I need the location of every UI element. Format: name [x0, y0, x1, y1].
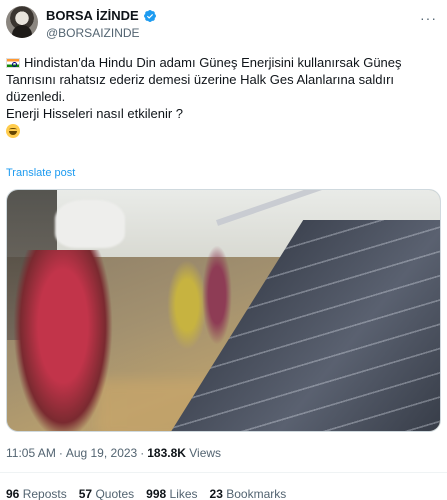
reposts-count: 96: [6, 487, 20, 500]
meta-separator: ·: [140, 446, 145, 460]
more-options-icon[interactable]: ···: [420, 10, 437, 26]
author-display-name[interactable]: BORSA İZİNDE: [46, 8, 139, 23]
tweet-header: BORSA İZİNDE @BORSAIZINDE ···: [6, 6, 441, 42]
meta-separator: ·: [58, 446, 63, 460]
likes-count: 998: [146, 487, 167, 500]
india-flag-icon: [6, 58, 20, 68]
media-person: [167, 260, 207, 350]
media-person: [202, 245, 232, 345]
bookmarks-count: 23: [209, 487, 223, 500]
tweet-date[interactable]: Aug 19, 2023: [66, 446, 137, 460]
quotes-label: Quotes: [95, 487, 135, 500]
tweet-meta: 11:05 AM · Aug 19, 2023 · 183.8K Views: [6, 446, 221, 460]
media-person: [13, 250, 113, 431]
views-count: 183.8K: [147, 446, 186, 460]
likes-label: Likes: [169, 487, 198, 500]
reposts-label: Reposts: [22, 487, 67, 500]
reposts-stat[interactable]: 96 Reposts: [6, 487, 67, 500]
translate-post-link[interactable]: Translate post: [6, 167, 75, 179]
bookmarks-label: Bookmarks: [226, 487, 287, 500]
verified-badge-icon: [143, 9, 156, 22]
bookmarks-stat[interactable]: 23 Bookmarks: [210, 487, 287, 500]
quotes-count: 57: [78, 487, 93, 500]
author-handle[interactable]: @BORSAIZINDE: [46, 26, 140, 40]
tweet-paragraph-1-text: Hindistan'da Hindu Din adamı Güneş Enerj…: [6, 55, 402, 104]
author-name-row[interactable]: BORSA İZİNDE: [46, 8, 157, 23]
divider: [0, 472, 447, 473]
media-person-head: [55, 200, 125, 248]
avatar[interactable]: [6, 6, 38, 38]
likes-stat[interactable]: 998 Likes: [146, 487, 197, 500]
tweet-paragraph-1: Hindistan'da Hindu Din adamı Güneş Enerj…: [6, 54, 436, 105]
tweet-video-media[interactable]: [6, 189, 441, 432]
tweet-paragraph-2: Enerji Hisseleri nasıl etkilenir ?: [6, 106, 184, 121]
tweet-time[interactable]: 11:05 AM: [6, 446, 56, 460]
grinning-face-emoji-icon: [6, 124, 20, 138]
tweet-stats: 96 Reposts 57 Quotes 998 Likes 23 Bookma…: [6, 487, 286, 500]
quotes-stat[interactable]: 57 Quotes: [79, 487, 134, 500]
tweet-text: Hindistan'da Hindu Din adamı Güneş Enerj…: [6, 54, 436, 142]
views-label: Views: [189, 446, 222, 460]
